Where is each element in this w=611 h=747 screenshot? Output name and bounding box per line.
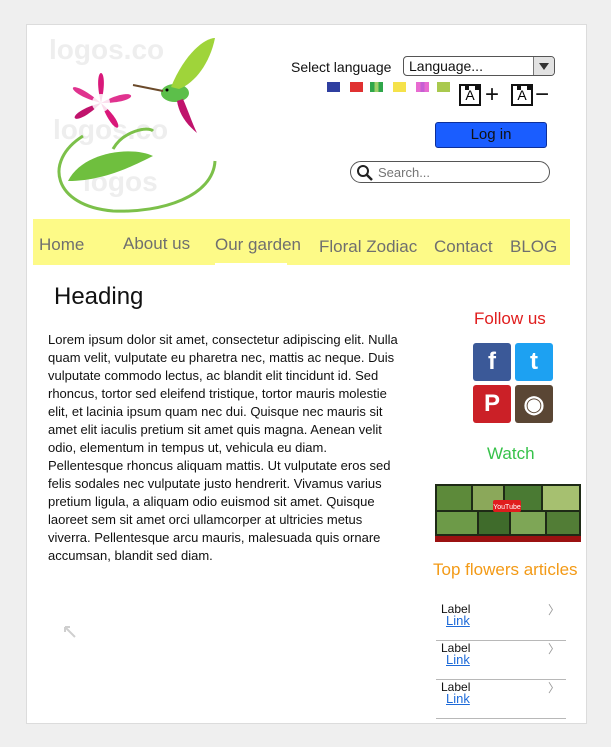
nav-blog[interactable]: BLOG <box>510 237 557 257</box>
twitter-icon[interactable]: t <box>515 343 553 381</box>
body-paragraph: Lorem ipsum dolor sit amet, consectetur … <box>48 332 398 563</box>
plus-icon: + <box>485 81 500 108</box>
chevron-right-icon: 〉 <box>547 681 560 695</box>
search-icon <box>357 165 373 181</box>
select-language-label: Select language <box>291 59 392 75</box>
article-item[interactable]: Label Link 〉 <box>436 602 566 641</box>
nav-our-garden[interactable]: Our garden <box>215 235 301 255</box>
page-container: logos.co logos.co logos Select language … <box>26 24 587 724</box>
font-size-icon: A <box>511 84 533 106</box>
page-heading: Heading <box>54 283 144 310</box>
article-link[interactable]: Link <box>446 691 470 706</box>
language-flag[interactable] <box>370 82 383 92</box>
main-nav: Home About us Our garden Floral Zodiac C… <box>33 219 570 265</box>
nav-underline <box>215 263 287 265</box>
language-select[interactable]: Language... <box>403 56 555 76</box>
nav-floral-zodiac[interactable]: Floral Zodiac <box>319 237 417 257</box>
article-item[interactable]: Label Link 〉 <box>436 641 566 680</box>
font-increase-control[interactable]: A + <box>459 81 499 109</box>
dropdown-arrow-icon[interactable] <box>533 57 554 75</box>
top-articles-title: Top flowers articles <box>433 560 578 579</box>
language-flag[interactable] <box>437 82 450 92</box>
facebook-icon[interactable]: f <box>473 343 511 381</box>
language-flag[interactable] <box>327 82 340 92</box>
language-flag[interactable] <box>393 82 406 92</box>
font-size-icon: A <box>459 84 481 106</box>
nav-contact[interactable]: Contact <box>434 237 493 257</box>
svg-text:logos.co: logos.co <box>49 34 164 65</box>
youtube-label: YouTube <box>493 504 521 511</box>
instagram-icon[interactable]: ◉ <box>515 385 553 423</box>
pinterest-icon[interactable]: P <box>473 385 511 423</box>
language-flag[interactable] <box>416 82 429 92</box>
language-select-value: Language... <box>409 58 483 74</box>
nav-home[interactable]: Home <box>39 235 84 255</box>
article-link[interactable]: Link <box>446 613 470 628</box>
login-button[interactable]: Log in <box>435 122 547 148</box>
chevron-right-icon: 〉 <box>547 642 560 656</box>
chevron-right-icon: 〉 <box>547 603 560 617</box>
minus-icon: − <box>535 81 550 108</box>
search-field[interactable] <box>350 161 550 183</box>
language-flag[interactable] <box>350 82 363 92</box>
expand-arrow-icon <box>64 626 76 638</box>
article-link[interactable]: Link <box>446 652 470 667</box>
nav-about-us[interactable]: About us <box>123 234 190 254</box>
watch-title: Watch <box>487 444 535 463</box>
article-item[interactable]: Label Link 〉 <box>436 680 566 719</box>
font-decrease-control[interactable]: A − <box>511 81 549 109</box>
video-thumbnail[interactable]: YouTube <box>435 484 581 542</box>
hummingbird-logo: logos.co logos.co logos <box>49 34 217 213</box>
search-input[interactable] <box>376 164 540 181</box>
follow-us-title: Follow us <box>474 309 546 328</box>
